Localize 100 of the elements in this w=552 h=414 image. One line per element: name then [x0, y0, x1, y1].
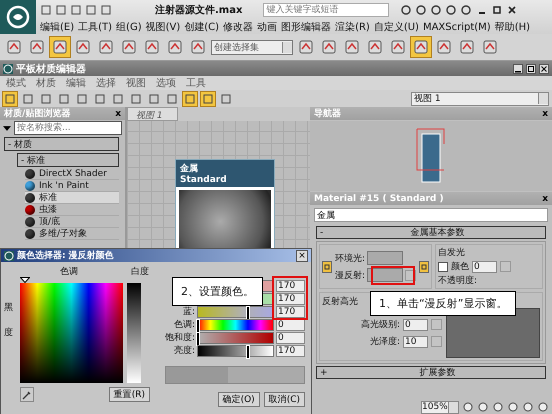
menu-item[interactable]: 选项: [156, 76, 176, 90]
highlight-frame: [272, 276, 308, 320]
maximize-icon[interactable]: [526, 64, 536, 74]
menu-item[interactable]: 图形编辑器: [281, 20, 332, 34]
color-slider[interactable]: [197, 306, 274, 318]
spinner-field[interactable]: 170: [276, 344, 305, 356]
specular-level-label: 高光级别:: [360, 318, 400, 331]
dropdown-arrow-icon[interactable]: [3, 126, 11, 130]
close-button[interactable]: x: [115, 108, 121, 118]
group-header[interactable]: - 材质: [4, 137, 119, 151]
menu-item[interactable]: 创建(C): [184, 20, 220, 34]
cancel-button[interactable]: 取消(C): [264, 392, 305, 407]
spinner-field[interactable]: 10: [403, 336, 428, 348]
search-field[interactable]: 按名称搜索...: [14, 121, 122, 135]
minimize-icon[interactable]: [513, 64, 523, 74]
callout-tooltip: 2、设置颜色。: [172, 277, 263, 306]
material-item[interactable]: 标准: [25, 192, 119, 204]
close-icon[interactable]: [539, 64, 549, 74]
group-title: 反射高光: [322, 297, 358, 307]
diffuse-color-swatch[interactable]: [367, 268, 404, 282]
app-logo-icon[interactable]: [0, 0, 36, 34]
material-name-field[interactable]: 金属: [314, 208, 548, 222]
spinner-field[interactable]: 0: [472, 260, 498, 272]
item-label: 标准: [39, 192, 57, 204]
menu-item[interactable]: 材质: [36, 76, 56, 90]
material-item[interactable]: DirectX Shader: [25, 168, 119, 180]
spinner-field[interactable]: 170: [276, 306, 305, 318]
app-logo-icon: [4, 250, 14, 260]
group-title: 自发光: [438, 246, 466, 259]
menu-item[interactable]: 修改器: [223, 20, 254, 34]
diffuse-label: 漫反射:: [335, 270, 366, 282]
channel-label: 亮度:: [172, 344, 195, 357]
checkbox[interactable]: [438, 262, 448, 272]
ambient-label: 环境光:: [335, 252, 366, 264]
spinner-field[interactable]: 0: [403, 318, 428, 330]
item-label: 顶/底: [39, 216, 60, 228]
window-title: 注射器源文件.max: [155, 3, 242, 17]
eyedropper-button[interactable]: [20, 387, 34, 402]
reset-button[interactable]: 重置(R): [108, 387, 150, 402]
rollout-header[interactable]: + 扩展参数: [316, 366, 546, 379]
spinner-field[interactable]: 170: [276, 292, 305, 304]
panel-title: Material #15 ( Standard ): [314, 194, 444, 204]
blackness-label: 度: [4, 326, 14, 339]
item-label: DirectX Shader: [39, 168, 107, 178]
hue-label: 色调: [60, 266, 78, 277]
slider-thumb[interactable]: [246, 306, 250, 320]
menu-item[interactable]: 视图(V): [146, 20, 180, 34]
menu-item[interactable]: 自定义(U): [374, 20, 419, 34]
hue-gradient-square[interactable]: [20, 283, 123, 383]
menu-item[interactable]: 渲染(R): [335, 20, 370, 34]
slider-thumb[interactable]: [196, 318, 200, 332]
slider-thumb[interactable]: [196, 332, 200, 346]
item-label: 虫漆: [39, 204, 57, 216]
menu-item[interactable]: 工具(T): [78, 20, 112, 34]
channel-label: 色调:: [172, 318, 195, 331]
ambient-color-swatch[interactable]: [367, 251, 404, 265]
color-slider[interactable]: [197, 318, 274, 330]
menu-item[interactable]: 视图: [126, 76, 146, 90]
navigator-frame-drawing[interactable]: [416, 128, 446, 184]
panel-title: 导航器: [314, 107, 341, 120]
callout-tooltip: 1、单击“漫反射”显示窗。: [370, 291, 516, 316]
node-type: Standard: [180, 175, 228, 185]
channel-label: 饱和度:: [164, 332, 195, 344]
maximize-icon[interactable]: [492, 5, 502, 15]
spinner-field[interactable]: 0: [276, 332, 305, 344]
spinner-field[interactable]: 170: [276, 280, 305, 292]
menu-item[interactable]: 帮助(H): [494, 20, 530, 34]
menu-item[interactable]: 选择: [96, 76, 116, 90]
slider-thumb[interactable]: [246, 344, 250, 358]
menu-item[interactable]: 工具: [186, 76, 206, 90]
selection-set-dropdown[interactable]: 创建选择集: [211, 40, 293, 54]
dialog-title: 颜色选择器: 漫反射颜色: [17, 249, 114, 262]
close-button[interactable]: x: [542, 108, 548, 118]
color-slider[interactable]: [197, 344, 274, 356]
close-icon[interactable]: [507, 5, 518, 15]
color-slider[interactable]: [197, 332, 274, 344]
menu-item[interactable]: 组(G): [116, 20, 142, 34]
checkbox-label: 颜色: [451, 260, 470, 273]
close-button[interactable]: x: [542, 194, 548, 204]
ok-button[interactable]: 确定(O): [218, 392, 260, 407]
close-button[interactable]: ×: [296, 250, 308, 262]
view-tab[interactable]: 视图 1: [127, 107, 178, 121]
whiteness-bar[interactable]: [127, 283, 141, 383]
menu-item[interactable]: 编辑(E): [40, 20, 74, 34]
material-item[interactable]: 顶/底: [25, 216, 119, 228]
item-label: 多维/子对象: [39, 228, 88, 240]
group-header[interactable]: - 标准: [17, 153, 119, 167]
menu-item[interactable]: 动画: [257, 20, 278, 34]
zoom-dropdown[interactable]: 105%: [421, 400, 459, 414]
channel-label: 蓝:: [182, 306, 195, 318]
panel-title: 材质/贴图浏览器: [4, 107, 70, 120]
rollout-header[interactable]: - 金属基本参数: [316, 226, 546, 239]
menu-item[interactable]: 编辑: [66, 76, 86, 90]
menu-item[interactable]: MAXScript(M): [422, 22, 491, 32]
menu-item[interactable]: 模式: [6, 76, 26, 90]
material-item[interactable]: 多维/子对象: [25, 228, 119, 240]
view-dropdown[interactable]: 视图 1: [411, 92, 549, 106]
search-field[interactable]: 键入关键字或短语: [263, 3, 390, 17]
app-logo-icon: [3, 64, 13, 74]
material-item[interactable]: 虫漆: [25, 204, 119, 216]
